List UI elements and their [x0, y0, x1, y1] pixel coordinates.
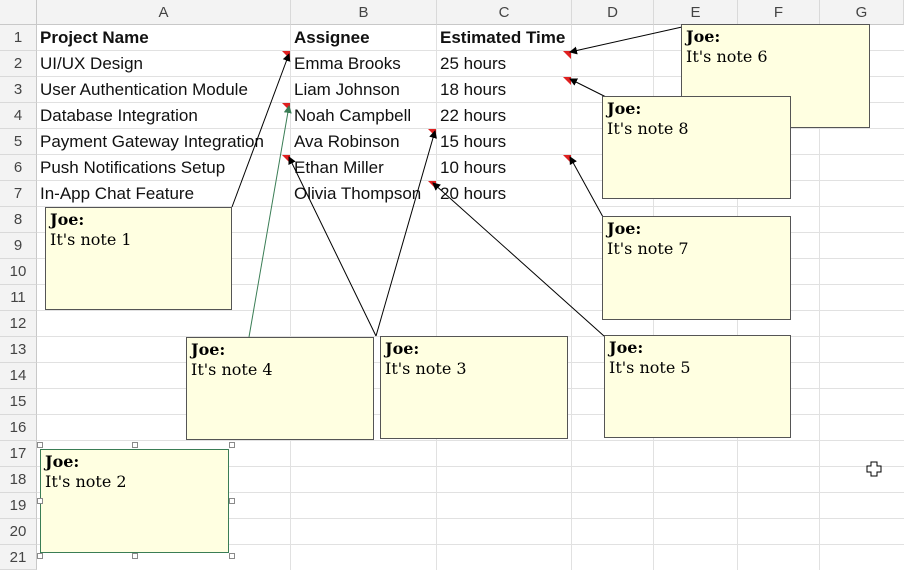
comment-indicator[interactable] — [428, 181, 436, 189]
cell-a3[interactable]: User Authentication Module — [37, 77, 248, 103]
resize-handle[interactable] — [37, 442, 43, 448]
comment-indicator[interactable] — [563, 51, 571, 59]
row-header-13[interactable]: 13 — [0, 337, 37, 363]
cell-c1[interactable]: Estimated Time — [437, 25, 565, 51]
comment-indicator[interactable] — [428, 129, 436, 137]
row-header-18[interactable]: 18 — [0, 467, 37, 493]
comment-note-4[interactable]: Joe: It's note 4 — [186, 337, 374, 440]
cell-b4[interactable]: Noah Campbell — [291, 103, 411, 129]
note-author: Joe: — [385, 339, 420, 358]
resize-handle[interactable] — [132, 553, 138, 559]
comment-note-8[interactable]: Joe: It's note 8 — [602, 96, 791, 199]
column-header-f[interactable]: F — [738, 0, 820, 25]
row-header-2[interactable]: 2 — [0, 51, 37, 77]
cell-a2[interactable]: UI/UX Design — [37, 51, 143, 77]
column-header-g[interactable]: G — [820, 0, 904, 25]
row-header-8[interactable]: 8 — [0, 207, 37, 233]
cell-c6[interactable]: 10 hours — [437, 155, 506, 181]
note-text: It's note 3 — [385, 359, 467, 378]
cell-b3[interactable]: Liam Johnson — [291, 77, 400, 103]
column-header-b[interactable]: B — [291, 0, 437, 25]
comment-indicator[interactable] — [282, 51, 290, 59]
resize-handle[interactable] — [229, 442, 235, 448]
note-text: It's note 4 — [191, 360, 273, 379]
row-header-5[interactable]: 5 — [0, 129, 37, 155]
column-header-c[interactable]: C — [437, 0, 572, 25]
row-header-21[interactable]: 21 — [0, 545, 37, 570]
cell-c2[interactable]: 25 hours — [437, 51, 506, 77]
row-header-10[interactable]: 10 — [0, 259, 37, 285]
note-author: Joe: — [191, 340, 226, 359]
cell-a1[interactable]: Project Name — [37, 25, 149, 51]
select-all-corner[interactable] — [0, 0, 37, 25]
note-text: It's note 1 — [50, 230, 132, 249]
cell-a5[interactable]: Payment Gateway Integration — [37, 129, 264, 155]
resize-handle[interactable] — [229, 553, 235, 559]
resize-handle[interactable] — [132, 442, 138, 448]
row-header-7[interactable]: 7 — [0, 181, 37, 207]
row-header-3[interactable]: 3 — [0, 77, 37, 103]
comment-note-7[interactable]: Joe: It's note 7 — [602, 216, 791, 320]
column-header-d[interactable]: D — [572, 0, 654, 25]
comment-indicator[interactable] — [563, 155, 571, 163]
cell-c4[interactable]: 22 hours — [437, 103, 506, 129]
comment-indicator[interactable] — [563, 77, 571, 85]
note-text: It's note 5 — [609, 358, 691, 377]
note-author: Joe: — [50, 210, 85, 229]
cell-b2[interactable]: Emma Brooks — [291, 51, 401, 77]
comment-note-5[interactable]: Joe: It's note 5 — [604, 335, 791, 438]
comment-indicator[interactable] — [282, 103, 290, 111]
row-header-15[interactable]: 15 — [0, 389, 37, 415]
cell-a7[interactable]: In-App Chat Feature — [37, 181, 194, 207]
row-header-11[interactable]: 11 — [0, 285, 37, 311]
row-header-20[interactable]: 20 — [0, 519, 37, 545]
cell-b7[interactable]: Olivia Thompson — [291, 181, 421, 207]
comment-note-3[interactable]: Joe: It's note 3 — [380, 336, 568, 439]
row-header-9[interactable]: 9 — [0, 233, 37, 259]
cell-b1[interactable]: Assignee — [291, 25, 370, 51]
note-author: Joe: — [609, 338, 644, 357]
note-text: It's note 7 — [607, 239, 689, 258]
row-header-1[interactable]: 1 — [0, 25, 37, 51]
gridline — [571, 25, 572, 570]
row-header-17[interactable]: 17 — [0, 441, 37, 467]
cell-c5[interactable]: 15 hours — [437, 129, 506, 155]
note-author: Joe: — [607, 99, 642, 118]
row-header-12[interactable]: 12 — [0, 311, 37, 337]
cell-c7[interactable]: 20 hours — [437, 181, 506, 207]
comment-note-1[interactable]: Joe: It's note 1 — [45, 207, 232, 310]
cell-b6[interactable]: Ethan Miller — [291, 155, 384, 181]
row-header-4[interactable]: 4 — [0, 103, 37, 129]
note-author: Joe: — [45, 452, 80, 471]
cell-select-cross-icon — [866, 461, 882, 477]
cell-a4[interactable]: Database Integration — [37, 103, 198, 129]
note-author: Joe: — [607, 219, 642, 238]
column-header-a[interactable]: A — [37, 0, 291, 25]
resize-handle[interactable] — [37, 498, 43, 504]
comment-note-2[interactable]: Joe: It's note 2 — [40, 449, 229, 553]
note-text: It's note 8 — [607, 119, 689, 138]
note-text: It's note 2 — [45, 472, 127, 491]
note-text: It's note 6 — [686, 47, 768, 66]
resize-handle[interactable] — [229, 498, 235, 504]
cell-a6[interactable]: Push Notifications Setup — [37, 155, 225, 181]
cell-c3[interactable]: 18 hours — [437, 77, 506, 103]
row-header-14[interactable]: 14 — [0, 363, 37, 389]
comment-indicator[interactable] — [282, 155, 290, 163]
row-header-6[interactable]: 6 — [0, 155, 37, 181]
cell-b5[interactable]: Ava Robinson — [291, 129, 400, 155]
column-header-e[interactable]: E — [654, 0, 738, 25]
gridline — [37, 440, 904, 441]
resize-handle[interactable] — [37, 553, 43, 559]
row-header-16[interactable]: 16 — [0, 415, 37, 441]
row-header-19[interactable]: 19 — [0, 493, 37, 519]
note-author: Joe: — [686, 27, 721, 46]
